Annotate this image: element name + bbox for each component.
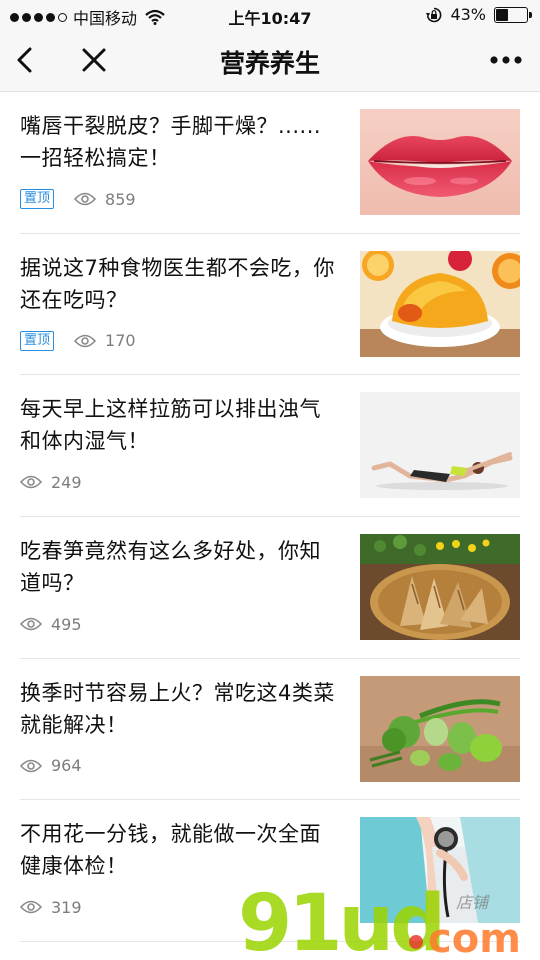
battery-level [496, 8, 509, 21]
svg-text:店铺: 店铺 [456, 893, 490, 912]
article-meta: 249 [20, 471, 82, 493]
article-thumbnail[interactable] [360, 392, 520, 499]
article-title: 嘴唇干裂脱皮？手脚干燥？......一招轻松搞定！ [20, 114, 322, 170]
article-title: 据说这7种食物医生都不会吃，你还在吃吗？ [20, 255, 335, 312]
article-item[interactable]: 嘴唇干裂脱皮？手脚干燥？......一招轻松搞定！ 置顶 859 [20, 92, 520, 234]
view-count: 249 [51, 472, 82, 492]
pinned-badge: 置顶 [20, 330, 55, 351]
article-item[interactable]: 据说这7种食物医生都不会吃，你还在吃吗？ 置顶 170 [20, 234, 520, 376]
watermark: 91ud com 店铺 [238, 879, 528, 960]
status-right: 43% [426, 5, 532, 24]
eye-icon [20, 617, 42, 631]
eye-icon [74, 192, 97, 206]
view-count: 964 [51, 756, 82, 776]
article-meta: 置顶 170 [20, 330, 136, 352]
article-meta: 319 [20, 896, 82, 918]
article-meta: 置顶 859 [20, 188, 136, 210]
article-item[interactable]: 换季时节容易上火？常吃这4类菜就能解决！ 964 [20, 659, 520, 801]
article-thumbnail[interactable] [360, 250, 520, 357]
woman-stretching-image [360, 392, 520, 499]
eye-icon [20, 901, 42, 914]
view-count: 859 [105, 189, 136, 209]
article-title: 吃春笋竟然有这么多好处，你知道吗？ [20, 539, 321, 596]
battery-percent: 43% [450, 5, 486, 24]
view-count: 319 [51, 897, 82, 917]
article-item[interactable]: 吃春笋竟然有这么多好处，你知道吗？ 495 [20, 517, 520, 659]
page-title: 营养养生 [219, 49, 320, 78]
article-list: 嘴唇干裂脱皮？手脚干燥？......一招轻松搞定！ 置顶 859 据说这7种食物… [0, 92, 540, 943]
article-title: 每天早上这样拉筋可以排出浊气和体内湿气！ [20, 397, 321, 454]
battery-icon [494, 6, 532, 23]
svg-text:com: com [428, 916, 521, 958]
article-thumbnail[interactable] [360, 534, 520, 641]
article-thumbnail[interactable] [360, 109, 520, 215]
pinned-badge: 置顶 [20, 189, 55, 209]
eye-icon [74, 334, 97, 347]
green-vegetables-image [360, 675, 520, 782]
article-title: 不用花一分钱，就能做一次全面健康体检！ [20, 822, 321, 879]
nav-bar: 营养养生 [0, 30, 540, 92]
status-bar: 中国移动 上午10:47 43% [0, 0, 540, 30]
orange-jelly-image [360, 250, 520, 357]
eye-icon [20, 759, 42, 773]
view-count: 495 [51, 614, 82, 634]
rotation-lock-icon [426, 7, 442, 22]
red-lips-image [360, 109, 520, 215]
bamboo-shoots-image [360, 534, 520, 641]
article-title: 换季时节容易上火？常吃这4类菜就能解决！ [20, 680, 335, 737]
more-horizontal-icon [490, 56, 522, 64]
more-button[interactable] [486, 44, 526, 76]
watermark-logo: 91ud com 店铺 [238, 879, 521, 960]
article-thumbnail[interactable] [360, 675, 520, 782]
article-meta: 495 [20, 613, 82, 635]
article-meta: 964 [20, 755, 82, 777]
eye-icon [20, 476, 42, 489]
view-count: 170 [105, 331, 136, 351]
article-item[interactable]: 每天早上这样拉筋可以排出浊气和体内湿气！ 249 [20, 375, 520, 518]
